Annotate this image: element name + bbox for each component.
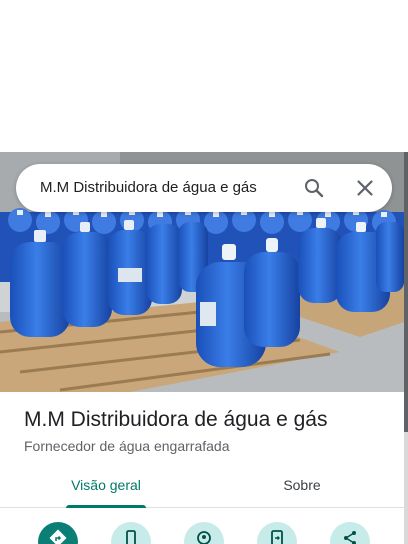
share-icon — [344, 531, 356, 544]
search-bar[interactable]: M.M Distribuidora de água e gás — [16, 164, 392, 212]
share-button[interactable] — [330, 522, 370, 544]
send-to-phone-icon — [271, 530, 283, 544]
search-query[interactable]: M.M Distribuidora de água e gás — [40, 164, 257, 212]
close-icon[interactable] — [353, 176, 377, 200]
action-buttons — [0, 522, 404, 544]
nearby-button[interactable] — [184, 522, 224, 544]
map-top-area — [0, 0, 408, 152]
directions-icon — [49, 529, 67, 544]
call-button[interactable] — [111, 522, 151, 544]
place-category[interactable]: Fornecedor de água engarrafada — [24, 438, 229, 454]
nearby-icon — [197, 531, 211, 544]
tab-active-indicator — [66, 505, 146, 508]
place-tabs: Visão geral Sobre — [0, 466, 404, 508]
tab-overview[interactable]: Visão geral — [36, 466, 176, 508]
scrollbar-thumb[interactable] — [404, 152, 408, 432]
tab-overview-label: Visão geral — [71, 477, 141, 493]
place-title: M.M Distribuidora de água e gás — [24, 408, 328, 431]
search-icon[interactable] — [302, 176, 326, 200]
send-to-phone-button[interactable] — [257, 522, 297, 544]
tab-about[interactable]: Sobre — [232, 466, 372, 508]
tab-about-label: Sobre — [283, 477, 321, 493]
phone-icon — [126, 530, 136, 544]
directions-button[interactable] — [38, 522, 78, 544]
